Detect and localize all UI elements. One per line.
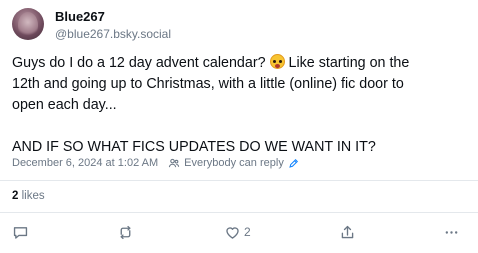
post-actions: 2 — [0, 222, 478, 242]
astonished-face-emoji-icon — [269, 54, 285, 69]
repost-icon — [120, 225, 131, 239]
post-timestamp[interactable]: December 6, 2024 at 1:02 AM — [12, 157, 158, 169]
share-icon — [341, 225, 354, 238]
divider-top — [0, 180, 478, 181]
post-meta: December 6, 2024 at 1:02 AM Everybody ca… — [12, 157, 299, 169]
reply-button[interactable] — [12, 222, 29, 242]
heart-icon — [226, 226, 239, 239]
post-text-line-1-start: Guys do I do a 12 day advent calendar? — [12, 55, 266, 71]
like-count: 2 — [244, 225, 251, 239]
likes-summary[interactable]: 2 likes — [12, 190, 45, 202]
post-text-line-1: Guys do I do a 12 day advent calendar? L… — [12, 53, 470, 74]
likes-count: 2 — [12, 190, 19, 202]
likes-label: likes — [21, 190, 45, 202]
avatar[interactable] — [12, 8, 44, 40]
share-button[interactable] — [339, 222, 356, 242]
post-text-line-4: AND IF SO WHAT FICS UPDATES DO WE WANT I… — [12, 139, 376, 155]
author-display-name[interactable]: Blue267 — [55, 9, 105, 24]
post-card: Blue267 @blue267.bsky.social Guys do I d… — [0, 0, 478, 253]
post-text: Guys do I do a 12 day advent calendar? L… — [12, 53, 470, 158]
people-icon — [168, 158, 180, 168]
repost-button[interactable] — [117, 222, 134, 242]
reply-icon — [13, 226, 28, 239]
author-handle[interactable]: @blue267.bsky.social — [55, 27, 171, 41]
like-button[interactable]: 2 — [224, 222, 251, 242]
post-text-line-2: 12th and going up to Christmas, with a l… — [12, 76, 404, 92]
reply-setting-label[interactable]: Everybody can reply — [184, 157, 284, 169]
pencil-icon[interactable] — [288, 158, 299, 169]
post-text-line-1-end: Like starting on the — [288, 55, 410, 71]
post-text-line-3: open each day... — [12, 97, 117, 113]
divider-bottom — [0, 212, 478, 213]
more-icon — [445, 230, 458, 234]
more-button[interactable] — [443, 222, 460, 242]
